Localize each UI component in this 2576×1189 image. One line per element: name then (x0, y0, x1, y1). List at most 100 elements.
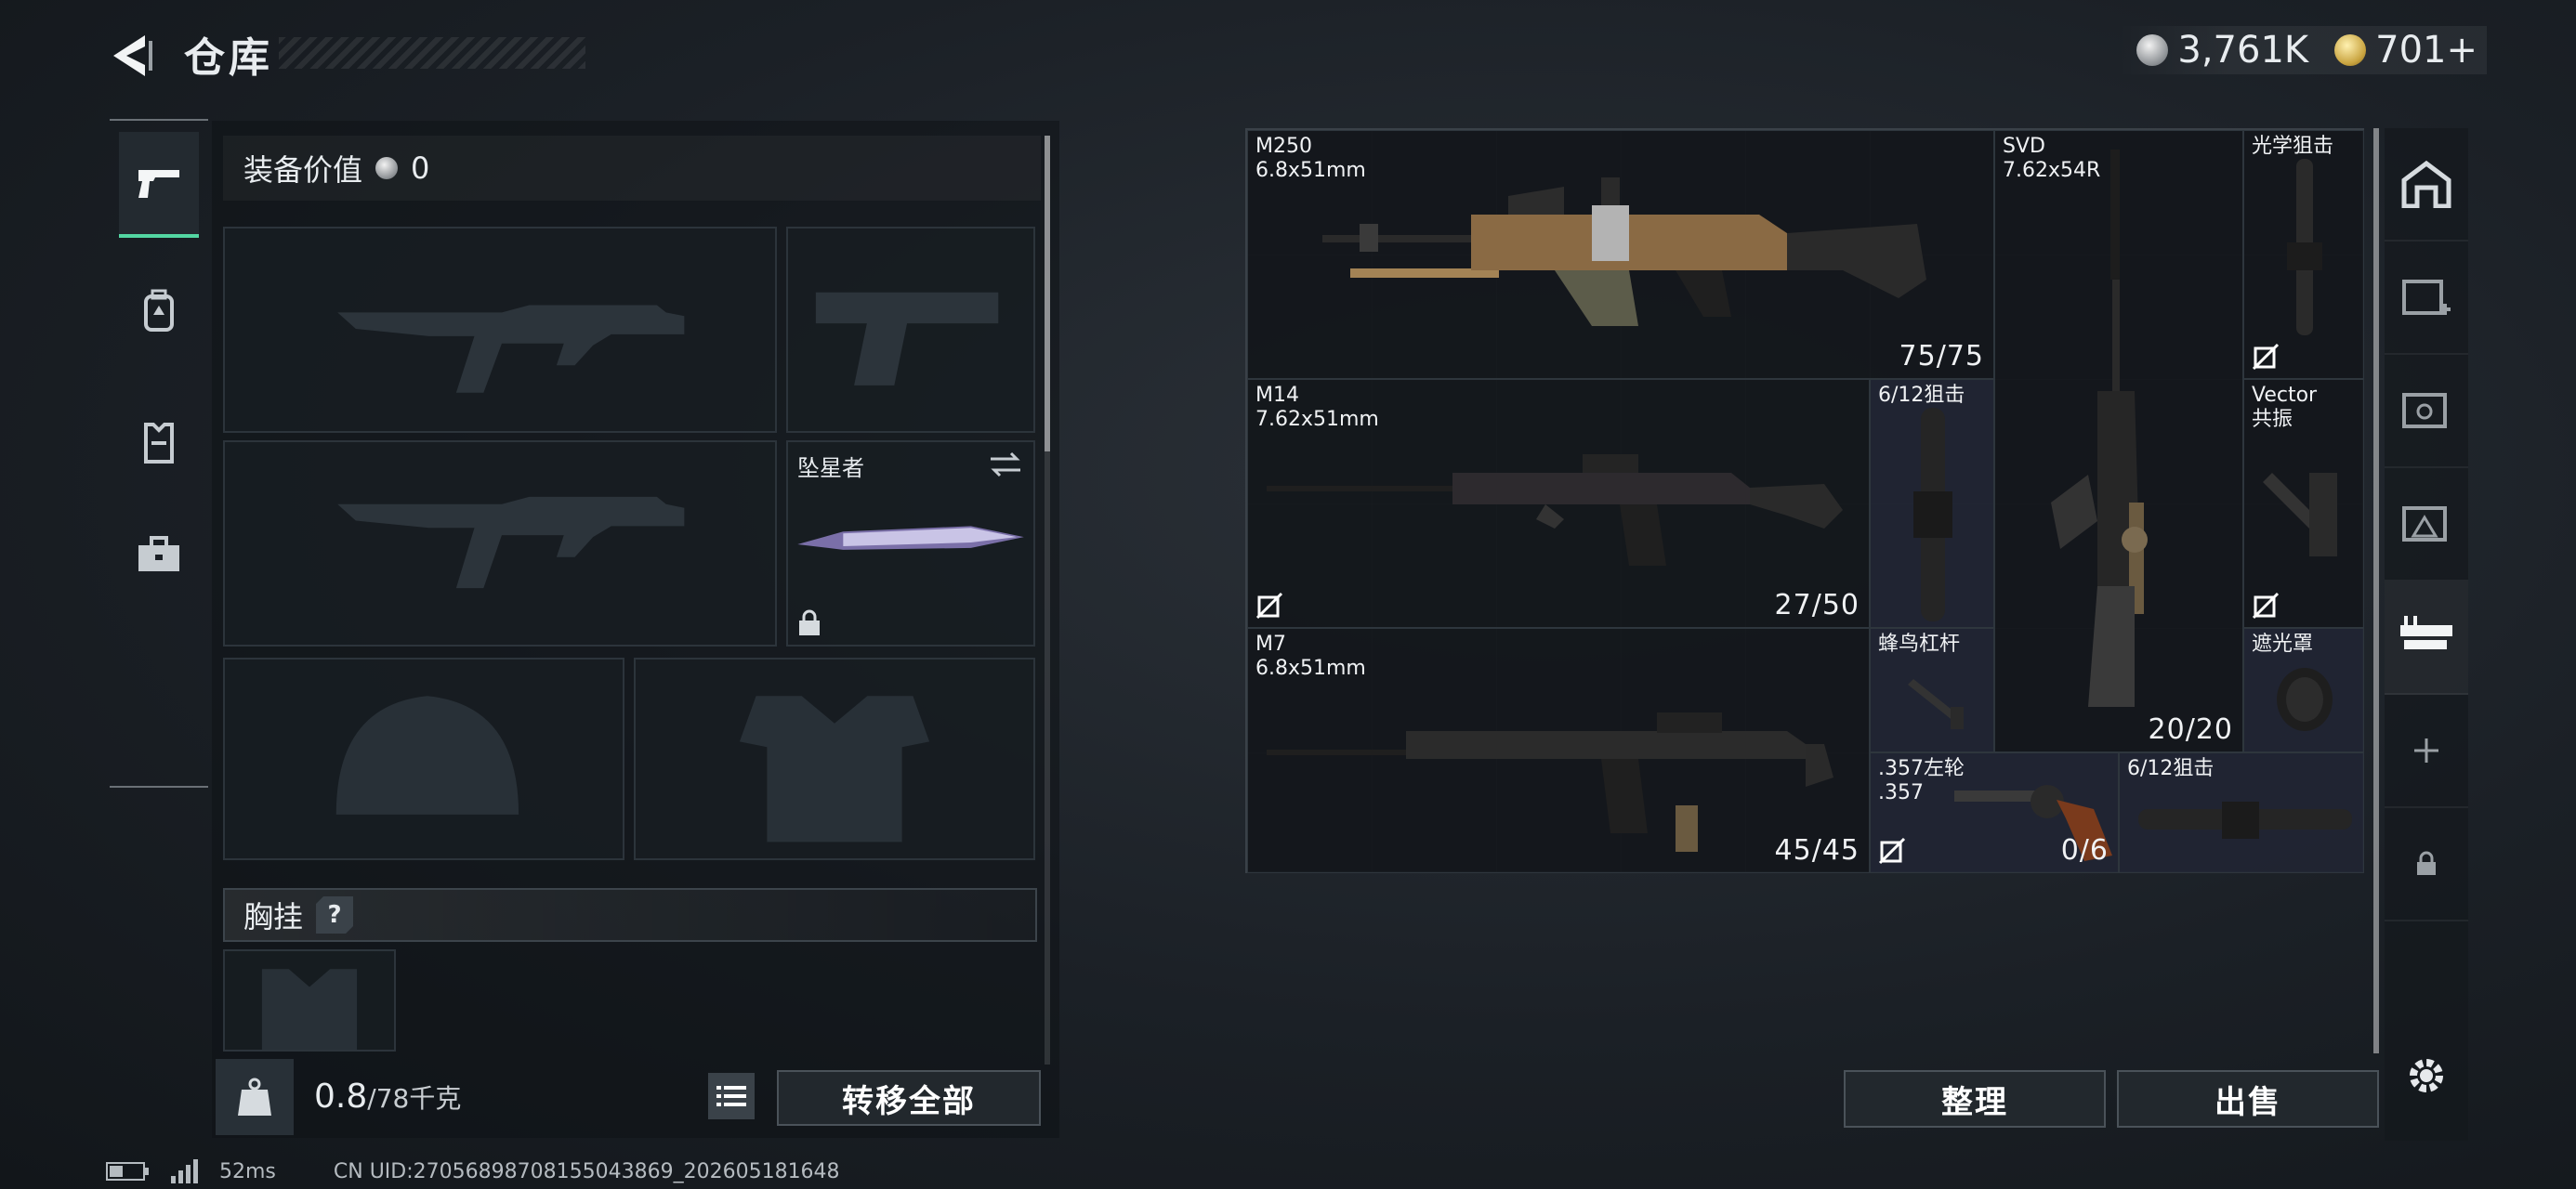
scope-icon (1913, 408, 1952, 621)
ammo-count: 45/45 (1774, 834, 1860, 867)
lock-icon (799, 609, 820, 635)
equipment-value-row: 装备价值 0 (223, 136, 1041, 201)
sell-button[interactable]: 出售 (2117, 1070, 2379, 1128)
status-bar: 52ms CN UID:270568987081550438​69_202605… (106, 1159, 840, 1183)
stash-item-scope-612-b[interactable]: 6/12狙击 (2119, 752, 2364, 873)
stash-item-hummingbird-lever[interactable]: 蜂鸟杠杆 (1870, 628, 1994, 752)
list-icon (716, 1086, 746, 1106)
stash-item-m14[interactable]: M14 7.62x51mm 27/50 (1247, 379, 1870, 628)
back-button[interactable] (102, 28, 162, 84)
primary-weapon-slot[interactable] (223, 227, 777, 433)
stash-tab-main[interactable] (2385, 128, 2468, 242)
weapons-tab[interactable] (119, 132, 199, 238)
stash-item-m250[interactable]: M250 6.8x51mm 75/75 (1247, 130, 1994, 379)
item-name: 蜂鸟杠杆 (1878, 633, 1961, 656)
stash-expand-icon (2402, 280, 2451, 315)
weight-readout: 0.8/78千克 (314, 1078, 461, 1116)
add-stash-tab-button[interactable] (2385, 695, 2468, 808)
stash-tab-iii[interactable] (2385, 468, 2468, 581)
no-insure-icon (1255, 592, 1283, 620)
vest-icon (144, 423, 174, 464)
stash-item-vector[interactable]: Vector 共振 (2243, 379, 2364, 628)
ammo-count: 75/75 (1899, 340, 1984, 372)
lens-hood-icon (2277, 668, 2333, 731)
user-uid: CN UID:270568987081550438​69_20260518164… (333, 1159, 840, 1183)
machine-gun-icon (1322, 177, 1926, 326)
vest-tab[interactable] (119, 392, 199, 494)
stash-tab-add-iv[interactable] (2385, 242, 2468, 355)
silver-currency[interactable]: 3,761K (2136, 29, 2308, 72)
plus-icon (2414, 738, 2438, 763)
backpack-icon (144, 289, 174, 332)
rifle-silhouette-icon (337, 496, 685, 589)
secondary-weapon-slot[interactable] (223, 440, 777, 647)
equipment-scrollbar-thumb[interactable] (1045, 136, 1050, 451)
no-insure-icon (2252, 343, 2280, 371)
stash-grid: M250 6.8x51mm 75/75 SVD 7.62x54R 20/20 光… (1245, 128, 2364, 873)
weight-button[interactable] (216, 1059, 294, 1135)
weight-capacity: /78千克 (367, 1083, 462, 1114)
stash-item-lens-hood[interactable]: 遮光罩 (2243, 628, 2364, 752)
pistol-icon (138, 170, 179, 198)
help-icon[interactable]: ? (316, 896, 354, 934)
page-title: 仓库 (184, 34, 273, 82)
rifle-icon (1267, 454, 1843, 566)
no-insure-icon (1878, 837, 1906, 865)
stash-armor-icon (2402, 506, 2447, 542)
stash-item-optical-scope[interactable]: 光学狙击 (2243, 130, 2364, 379)
locked-stash-tab (2385, 808, 2468, 921)
transfer-all-button[interactable]: 转移全部 (777, 1070, 1041, 1126)
medkit-tab[interactable] (119, 503, 199, 606)
helmet-slot[interactable] (223, 658, 624, 860)
ping-value: 52ms (219, 1159, 276, 1183)
settings-button[interactable] (2385, 1020, 2468, 1131)
signal-icon (171, 1159, 198, 1183)
equipment-value-label: 装备价值 (243, 152, 363, 188)
item-name: 遮光罩 (2252, 633, 2314, 656)
lever-icon (1908, 679, 1964, 729)
currency-bar: 3,761K 701+ (2118, 26, 2487, 74)
list-view-button[interactable] (708, 1073, 755, 1119)
armor-slot[interactable] (634, 658, 1035, 860)
ammo-count: 27/50 (1774, 589, 1860, 621)
pistol-slot[interactable] (786, 227, 1035, 433)
stock-icon (2263, 473, 2337, 556)
stash-tab-weapons[interactable] (2385, 581, 2468, 695)
gold-currency[interactable]: 701+ (2334, 29, 2477, 72)
battery-icon (106, 1162, 149, 1181)
stash-home-icon (2401, 160, 2451, 208)
briefcase-icon (138, 536, 179, 571)
stash-scrollbar[interactable] (2373, 128, 2379, 1053)
silver-coin-icon (2136, 34, 2169, 66)
category-rail (110, 119, 208, 788)
item-name: 6/12狙击 (2127, 757, 2215, 780)
weight-icon (238, 1078, 271, 1116)
gold-coin-icon (2334, 34, 2367, 66)
helmet-silhouette-icon (335, 696, 519, 815)
silver-currency-value: 3,761K (2177, 29, 2309, 72)
stash-weapons-icon (2400, 616, 2452, 649)
lock-icon (2417, 851, 2436, 875)
pistol-silhouette-icon (815, 292, 999, 385)
scope-icon (2287, 159, 2322, 335)
stash-item-m7[interactable]: M7 6.8x51mm 45/45 (1247, 628, 1870, 873)
ammo-count: 0/6 (2060, 834, 2109, 867)
silver-coin-icon (375, 157, 399, 179)
armor-silhouette-icon (739, 696, 930, 843)
gear-icon (2410, 1059, 2443, 1092)
stash-tab-iv[interactable] (2385, 355, 2468, 468)
stash-case-icon (2402, 393, 2447, 428)
weight-current: 0.8 (314, 1078, 368, 1116)
stash-page-rail (2385, 128, 2468, 1141)
sort-button[interactable]: 整理 (1844, 1070, 2106, 1128)
backpack-tab[interactable] (119, 260, 199, 362)
item-name: M14 7.62x51mm (1255, 384, 1379, 431)
chest-rig-slot[interactable] (223, 949, 396, 1052)
sniper-rifle-icon (2051, 150, 2148, 707)
rifle-icon (1267, 712, 1833, 852)
stash-item-svd[interactable]: SVD 7.62x54R 20/20 (1994, 130, 2243, 752)
chest-rig-label: 胸挂 (243, 899, 304, 934)
stash-item-scope-612[interactable]: 6/12狙击 (1870, 379, 1994, 628)
stash-item-357-revolver[interactable]: .357左轮 .357 0/6 (1870, 752, 2119, 873)
melee-slot[interactable]: 坠星者 (786, 440, 1035, 647)
